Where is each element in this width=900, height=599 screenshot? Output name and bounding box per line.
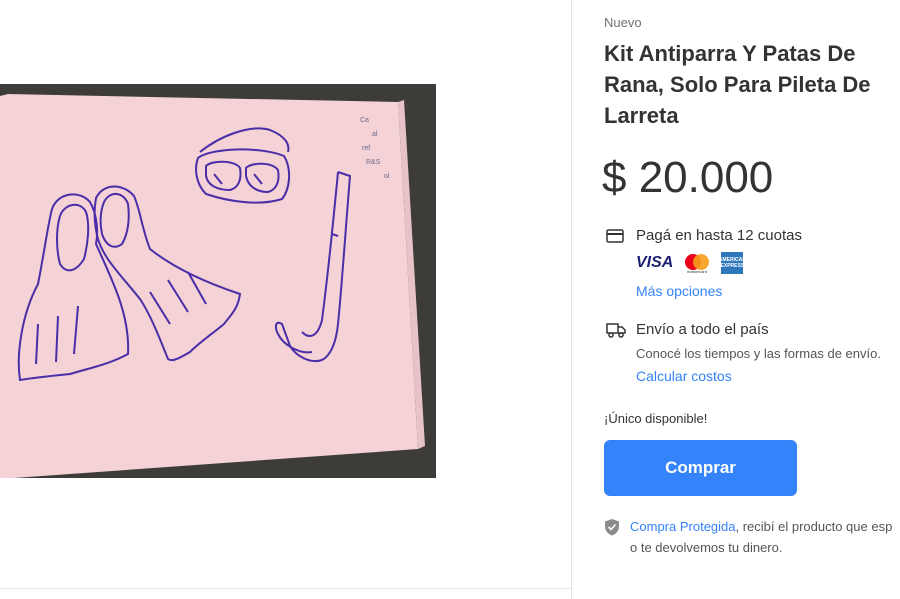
product-photo[interactable]: Ca al ref R&S ol [0,84,436,478]
shipping-subtitle: Conocé los tiempos y las formas de envío… [636,346,881,361]
product-photo-drawing: Ca al ref R&S ol [0,84,436,478]
protection-text-2: o te devolvemos tu dinero. [630,540,783,555]
gallery-bottom-border [0,588,571,589]
installments-title: Pagá en hasta 12 cuotas [636,227,802,244]
purchase-panel: Nuevo Kit Antiparra Y Patas De Rana, Sol… [572,0,900,599]
protected-purchase-link[interactable]: Compra Protegida [630,519,736,534]
calculate-costs-link[interactable]: Calcular costos [636,368,732,384]
shield-check-icon [604,518,620,541]
shipping-title: Envío a todo el país [636,321,769,338]
protection-text: Compra Protegida, recibí el producto que… [630,519,892,534]
paper-sheet [0,94,418,478]
mastercard-logo: mastercard [683,252,711,274]
delivery-truck-icon [606,322,626,343]
credit-card-icon [606,229,624,248]
amex-logo: AMERICAN EXPRESS [719,252,746,274]
photo-note: ol [384,173,390,180]
image-gallery: Ca al ref R&S ol [0,0,571,599]
buy-button[interactable]: Comprar [604,440,797,496]
photo-note: R&S [366,159,381,166]
stock-label: ¡Único disponible! [604,411,708,426]
protection-text-1: , recibí el producto que esp [735,519,893,534]
product-condition: Nuevo [604,15,642,30]
payment-methods: VISA mastercard AMERICAN EXPRESS [636,251,746,275]
photo-note: al [372,131,378,138]
visa-logo: VISA [636,254,674,271]
product-price: $ 20.000 [602,153,774,202]
photo-note: Ca [360,117,369,124]
photo-note: ref [362,145,370,152]
mastercard-wordmark: mastercard [687,269,707,274]
more-payment-options-link[interactable]: Más opciones [636,283,722,299]
product-title: Kit Antiparra Y Patas De Rana, Solo Para… [604,41,871,128]
